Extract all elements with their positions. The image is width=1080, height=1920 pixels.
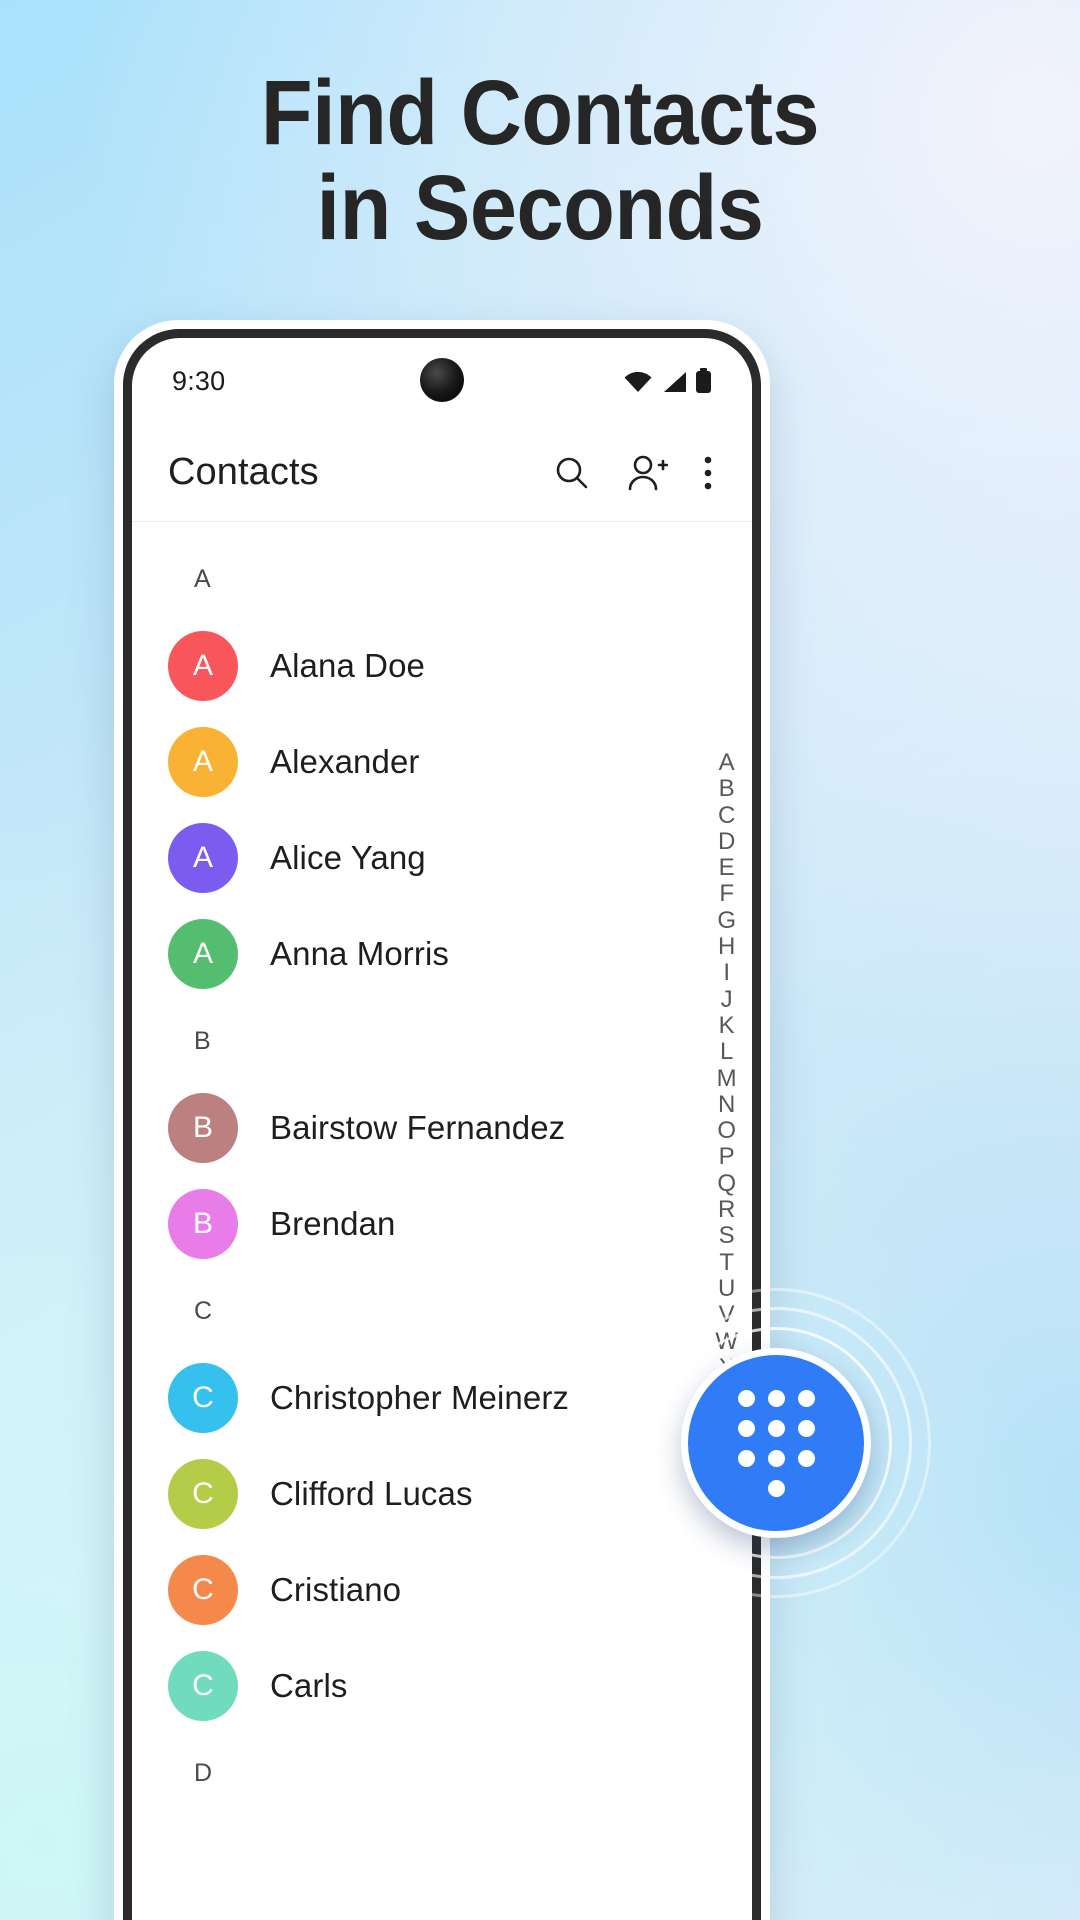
contact-name: Alice Yang bbox=[270, 839, 426, 876]
index-letter-q[interactable]: Q bbox=[717, 1170, 736, 1197]
section-header-a: A bbox=[194, 564, 211, 593]
app-title: Contacts bbox=[168, 451, 319, 493]
avatar: A bbox=[168, 727, 238, 797]
index-letter-b[interactable]: B bbox=[719, 775, 735, 802]
front-camera-punch-hole bbox=[420, 358, 464, 402]
dialpad-dot bbox=[797, 1389, 815, 1407]
contact-name: Cristiano bbox=[270, 1571, 402, 1608]
contact-name: Christopher Meinerz bbox=[270, 1379, 570, 1416]
dialpad-dot bbox=[737, 1389, 755, 1407]
headline-line-2: in Seconds bbox=[316, 156, 764, 259]
overflow-menu-icon[interactable] bbox=[702, 453, 714, 493]
index-letter-c[interactable]: C bbox=[718, 802, 735, 829]
app-bar: Contacts bbox=[132, 424, 752, 522]
avatar: C bbox=[168, 1459, 238, 1529]
dialpad-dot bbox=[767, 1479, 785, 1497]
contact-name: Bairstow Fernandez bbox=[270, 1109, 566, 1146]
index-letter-e[interactable]: E bbox=[719, 854, 735, 881]
dialpad-dot bbox=[767, 1389, 785, 1407]
contact-name: Carls bbox=[270, 1667, 348, 1704]
dialpad-dot bbox=[737, 1449, 755, 1467]
index-letter-h[interactable]: H bbox=[718, 933, 735, 960]
index-letter-i[interactable]: I bbox=[723, 960, 730, 987]
index-letter-a[interactable]: A bbox=[719, 749, 735, 776]
dialpad-icon bbox=[737, 1389, 815, 1497]
index-letter-t[interactable]: T bbox=[719, 1249, 734, 1276]
avatar: B bbox=[168, 1189, 238, 1259]
contact-row[interactable]: A Anna Morris bbox=[132, 906, 752, 1002]
phone-screen: 9:30 Contacts A A Alana Doe A Alexander … bbox=[132, 338, 752, 1920]
index-letter-r[interactable]: R bbox=[718, 1196, 735, 1223]
contact-name: Alana Doe bbox=[270, 647, 426, 684]
contact-name: Clifford Lucas bbox=[270, 1475, 473, 1512]
dialpad-dot bbox=[767, 1449, 785, 1467]
avatar: B bbox=[168, 1093, 238, 1163]
cellular-signal-icon bbox=[664, 372, 686, 392]
index-letter-k[interactable]: K bbox=[719, 1012, 735, 1039]
contact-row[interactable]: A Alexander bbox=[132, 714, 752, 810]
index-letter-n[interactable]: N bbox=[718, 1091, 735, 1118]
index-letter-f[interactable]: F bbox=[719, 881, 734, 908]
add-contact-icon[interactable] bbox=[626, 453, 668, 493]
index-letter-m[interactable]: M bbox=[717, 1065, 737, 1092]
index-letter-j[interactable]: J bbox=[721, 986, 733, 1013]
index-letter-p[interactable]: P bbox=[719, 1144, 735, 1171]
contact-row[interactable]: B Brendan bbox=[132, 1176, 752, 1272]
index-letter-l[interactable]: L bbox=[720, 1038, 733, 1065]
avatar: C bbox=[168, 1651, 238, 1721]
contact-row[interactable]: A Alice Yang bbox=[132, 810, 752, 906]
index-letter-s[interactable]: S bbox=[719, 1223, 735, 1250]
avatar: A bbox=[168, 823, 238, 893]
dialpad-dot bbox=[797, 1419, 815, 1437]
contact-row[interactable]: B Bairstow Fernandez bbox=[132, 1080, 752, 1176]
dialpad-dot bbox=[797, 1449, 815, 1467]
status-icons bbox=[623, 368, 712, 394]
section-header-b: B bbox=[194, 1026, 211, 1055]
phone-bezel: 9:30 Contacts A A Alana Doe A Alexander … bbox=[123, 329, 761, 1920]
contact-name: Alexander bbox=[270, 743, 420, 780]
status-bar: 9:30 bbox=[132, 338, 752, 424]
avatar: A bbox=[168, 631, 238, 701]
dialpad-fab[interactable] bbox=[681, 1348, 871, 1538]
page-title: Find Contacts in Seconds bbox=[43, 66, 1037, 256]
status-clock: 9:30 bbox=[172, 365, 226, 396]
contact-row[interactable]: C Carls bbox=[132, 1638, 752, 1734]
dialpad-dot bbox=[767, 1419, 785, 1437]
contact-name: Anna Morris bbox=[270, 935, 449, 972]
index-letter-g[interactable]: G bbox=[717, 907, 736, 934]
avatar: A bbox=[168, 919, 238, 989]
avatar: C bbox=[168, 1555, 238, 1625]
wifi-icon bbox=[624, 371, 652, 392]
avatar: C bbox=[168, 1363, 238, 1433]
section-header-d: D bbox=[194, 1758, 213, 1787]
contact-name: Brendan bbox=[270, 1205, 396, 1242]
contact-row[interactable]: A Alana Doe bbox=[132, 618, 752, 714]
battery-icon bbox=[696, 368, 711, 393]
promo-screenshot: Find Contacts in Seconds 9:30 Contacts A… bbox=[0, 0, 1080, 1920]
index-letter-d[interactable]: D bbox=[718, 828, 735, 855]
headline-line-1: Find Contacts bbox=[260, 62, 820, 164]
dialpad-dot bbox=[737, 1419, 755, 1437]
index-letter-o[interactable]: O bbox=[717, 1117, 736, 1144]
app-bar-actions bbox=[552, 453, 714, 493]
search-icon[interactable] bbox=[552, 453, 592, 493]
phone-mockup: 9:30 Contacts A A Alana Doe A Alexander … bbox=[114, 320, 770, 1920]
alphabet-index-scrubber[interactable]: ABCDEFGHIJKLMNOPQRSTUVWX bbox=[715, 749, 738, 1381]
contact-list[interactable]: A A Alana Doe A Alexander A Alice Yang A Anna Mo… bbox=[132, 522, 752, 1812]
dialpad-fab-container bbox=[621, 1288, 931, 1598]
